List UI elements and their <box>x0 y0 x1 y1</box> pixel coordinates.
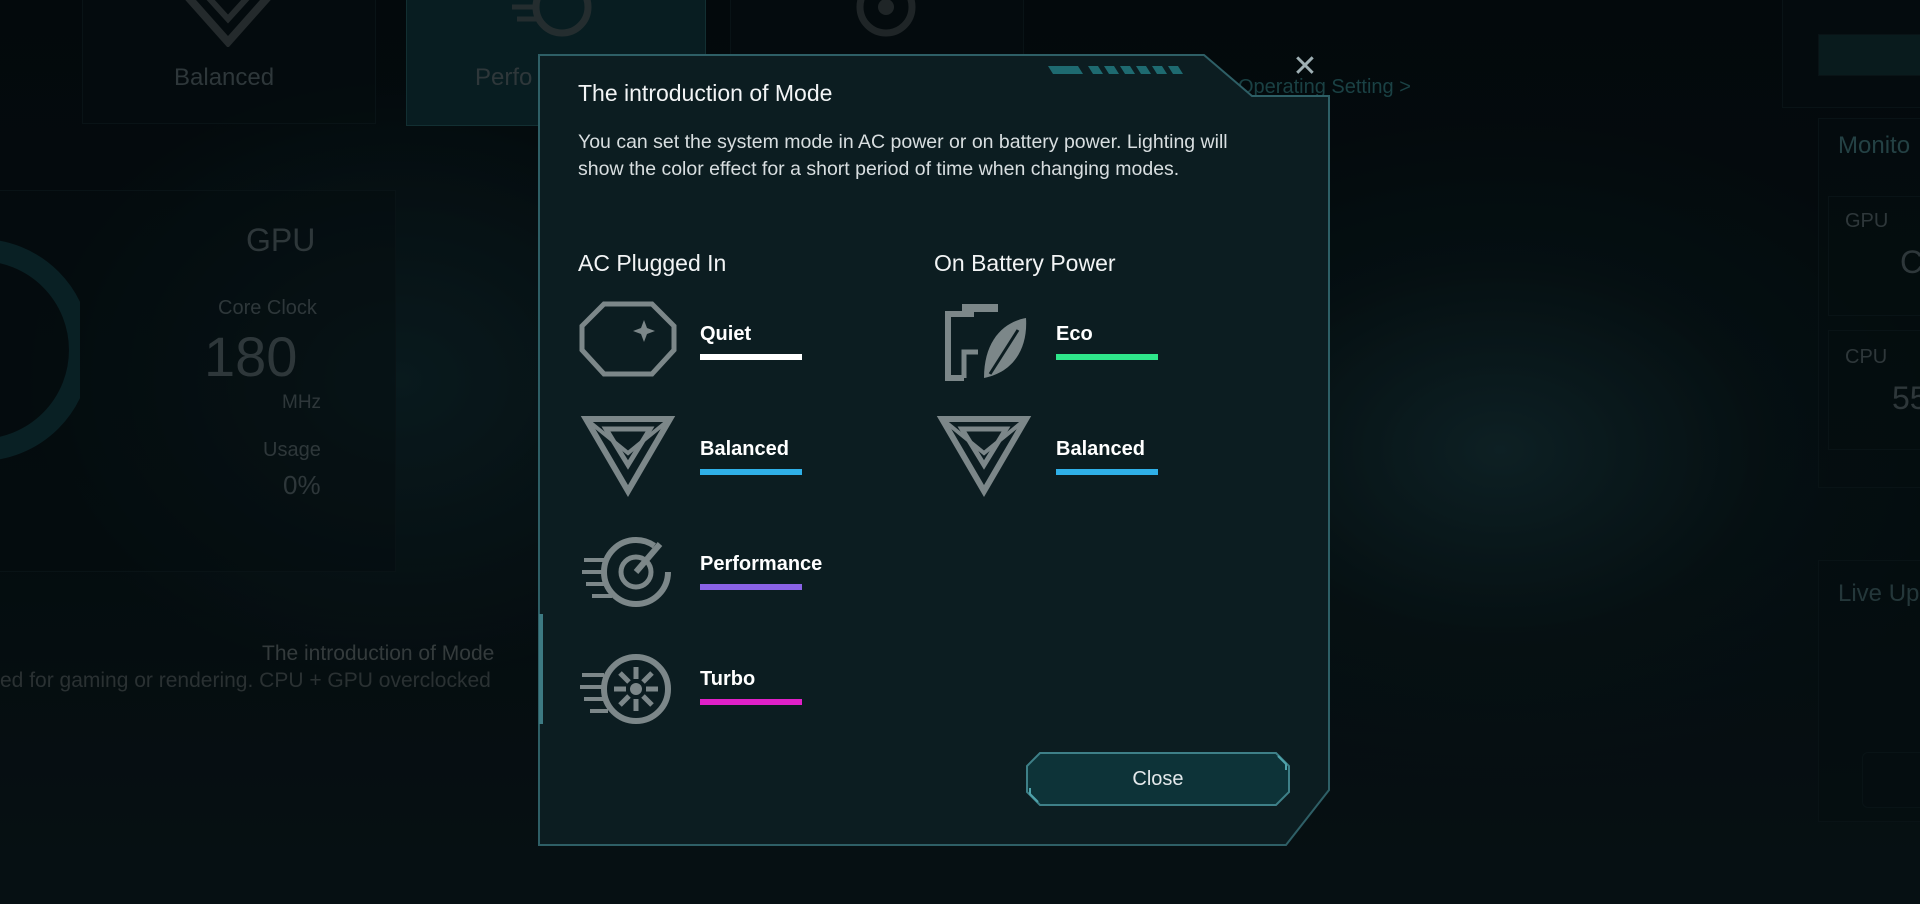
on-battery-power-heading: On Battery Power <box>934 250 1116 276</box>
balanced-icon <box>936 416 1032 497</box>
battery-mode-eco-label: Eco <box>1056 323 1093 345</box>
ac-mode-turbo-label: Turbo <box>700 668 756 690</box>
ac-mode-turbo: Turbo <box>578 645 878 735</box>
battery-mode-balanced-label: Balanced <box>1056 438 1145 460</box>
turbo-fan-icon <box>580 654 671 724</box>
ac-mode-quiet-color-bar <box>700 354 802 360</box>
dialog-title: The introduction of Mode <box>578 80 833 106</box>
battery-mode-balanced: Balanced <box>934 415 1234 505</box>
close-icon[interactable]: ✕ <box>1290 52 1320 82</box>
ac-mode-performance-label: Performance <box>700 553 823 575</box>
ac-mode-quiet-label: Quiet <box>700 323 752 345</box>
performance-speedometer-icon <box>582 537 671 607</box>
eco-battery-leaf-icon <box>945 304 1027 381</box>
dialog-description: You can set the system mode in AC power … <box>578 131 1228 180</box>
close-button-label: Close <box>1132 767 1184 790</box>
ac-plugged-in-heading: AC Plugged In <box>578 250 727 276</box>
ac-mode-performance-color-bar <box>700 584 802 590</box>
balanced-icon <box>580 416 676 497</box>
battery-mode-balanced-color-bar <box>1056 469 1158 475</box>
ac-mode-quiet: Quiet <box>578 300 878 390</box>
ac-mode-balanced-color-bar <box>700 469 802 475</box>
ac-mode-balanced: Balanced <box>578 415 878 505</box>
close-button[interactable]: Close <box>1026 752 1290 806</box>
ac-mode-performance: Performance <box>578 530 878 620</box>
ac-mode-balanced-label: Balanced <box>700 438 789 460</box>
battery-mode-eco-color-bar <box>1056 354 1158 360</box>
battery-mode-eco: Eco <box>934 300 1234 390</box>
quiet-moon-icon <box>579 301 677 377</box>
ac-mode-turbo-color-bar <box>700 699 802 705</box>
